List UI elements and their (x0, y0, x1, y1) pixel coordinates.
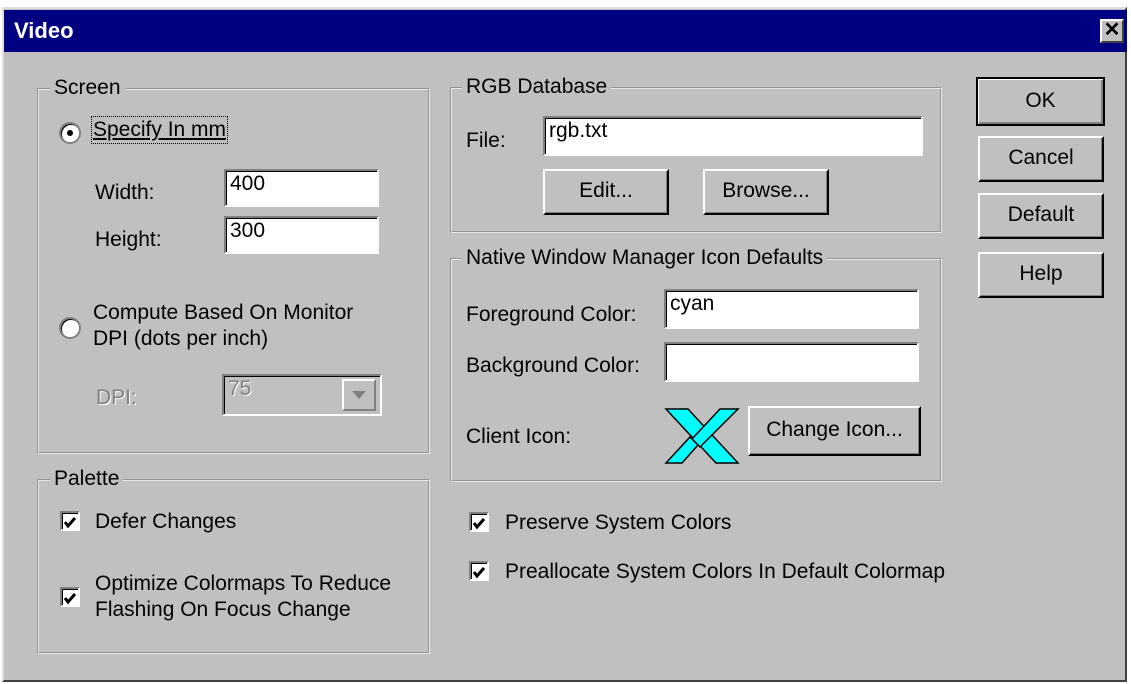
background-color-field[interactable] (664, 342, 919, 382)
cancel-button[interactable]: Cancel (978, 136, 1104, 182)
dpi-select-value: 75 (228, 377, 252, 400)
dpi-select[interactable]: 75 (222, 374, 382, 416)
optimize-colormaps-checkbox[interactable] (60, 587, 80, 607)
window-title: Video (14, 18, 74, 43)
foreground-color-label: Foreground Color: (466, 303, 637, 326)
screen-group-label: Screen (50, 77, 125, 99)
width-field[interactable]: 400 (224, 169, 379, 207)
background-color-label: Background Color: (466, 354, 640, 377)
file-label: File: (466, 129, 506, 152)
close-button[interactable]: ✕ (1100, 19, 1124, 43)
compute-dpi-label-line2: DPI (dots per inch) (93, 327, 269, 350)
width-label: Width: (95, 181, 155, 204)
compute-dpi-label[interactable]: Compute Based On Monitor DPI (dots per i… (93, 300, 353, 352)
compute-dpi-label-line1: Compute Based On Monitor (93, 301, 354, 324)
rgb-database-group-label: RGB Database (462, 76, 612, 98)
optimize-colormaps-label[interactable]: Optimize Colormaps To Reduce Flashing On… (95, 571, 391, 623)
palette-group-label: Palette (50, 468, 124, 490)
specify-in-mm-radio[interactable] (59, 122, 81, 144)
close-icon: ✕ (1103, 19, 1121, 41)
client-icon-label: Client Icon: (466, 425, 572, 448)
chevron-down-icon (352, 391, 366, 399)
palette-group (37, 479, 430, 654)
file-field[interactable]: rgb.txt (543, 116, 923, 156)
compute-dpi-radio[interactable] (59, 317, 81, 339)
ok-button[interactable]: OK (976, 77, 1105, 126)
preserve-system-colors-label[interactable]: Preserve System Colors (505, 511, 731, 535)
height-field[interactable]: 300 (224, 216, 379, 254)
check-icon (472, 518, 486, 530)
rgb-database-group (450, 87, 942, 233)
dpi-label: DPI: (96, 386, 137, 409)
height-label: Height: (95, 228, 162, 251)
check-icon (472, 567, 486, 579)
preallocate-system-colors-label[interactable]: Preallocate System Colors In Default Col… (505, 560, 945, 584)
defer-changes-checkbox[interactable] (60, 511, 80, 531)
preserve-system-colors-checkbox[interactable] (469, 512, 489, 532)
radio-selected-dot (67, 130, 73, 136)
default-button[interactable]: Default (978, 193, 1104, 239)
x-logo-icon (664, 408, 740, 464)
optimize-label-line2: Flashing On Focus Change (95, 598, 351, 621)
edit-button[interactable]: Edit... (543, 169, 669, 215)
browse-button[interactable]: Browse... (703, 169, 829, 215)
check-icon (63, 517, 77, 529)
native-wm-group-label: Native Window Manager Icon Defaults (462, 247, 828, 269)
defer-changes-label[interactable]: Defer Changes (95, 510, 236, 534)
foreground-color-field[interactable]: cyan (664, 289, 919, 329)
title-bar: Video ✕ (4, 10, 1127, 52)
help-button[interactable]: Help (978, 252, 1104, 298)
preallocate-system-colors-checkbox[interactable] (469, 561, 489, 581)
optimize-label-line1: Optimize Colormaps To Reduce (95, 572, 392, 595)
dpi-dropdown-button[interactable] (342, 379, 376, 411)
check-icon (63, 593, 77, 605)
specify-in-mm-label[interactable]: Specify In mm (90, 116, 229, 144)
change-icon-button[interactable]: Change Icon... (748, 406, 921, 456)
